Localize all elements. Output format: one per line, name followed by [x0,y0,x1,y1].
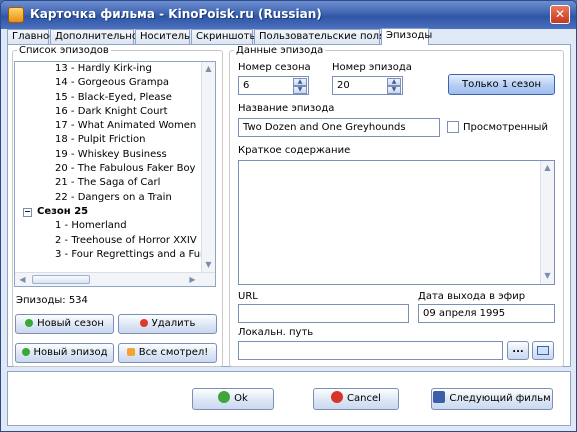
tab-additional[interactable]: Дополнительно [50,29,138,44]
folder-icon [537,346,549,355]
cancel-button[interactable]: Cancel [313,388,399,410]
tree-item-label: 14 - Gorgeous Grampa [55,77,170,89]
tree-item-label: 17 - What Animated Women [55,120,197,132]
tree-item-label: 2 - Treehouse of Horror XXIV [55,234,197,246]
movie-card-window: Карточка фильма - KinoPoisk.ru (Russian)… [0,0,577,432]
cancel-icon [331,391,344,403]
episode-name-input[interactable]: Two Dozen and One Greyhounds [238,118,440,137]
season-number-input[interactable]: 6 ▲ ▼ [238,76,309,95]
window-title: Карточка фильма - KinoPoisk.ru (Russian) [30,7,322,21]
release-date-label: Дата выхода в эфир [418,291,526,302]
film-icon [433,391,446,403]
tree-episode-item[interactable]: 14 - Gorgeous Grampa [15,76,202,90]
tree-episode-item[interactable]: 2 - Treehouse of Horror XXIV [15,234,202,248]
scroll-right-icon[interactable]: ▶ [188,275,197,284]
tree-episode-item[interactable]: 18 - Pulpit Friction [15,133,202,147]
tree-item-label: 21 - The Saga of Carl [55,177,161,189]
tree-episode-item[interactable]: 20 - The Fabulous Faker Boy [15,162,202,176]
new-season-button[interactable]: Новый сезон [15,314,114,334]
summary-textarea[interactable]: ▲ ▼ [238,160,555,285]
local-path-input[interactable] [238,341,503,360]
spin-up-icon[interactable]: ▲ [293,78,307,86]
delete-button[interactable]: Удалить [118,314,217,334]
scroll-thumb[interactable] [32,275,90,284]
watched-checkbox[interactable] [447,121,459,133]
episode-tree-rows: 13 - Hardly Kirk-ing 14 - Gorgeous Grampa… [15,62,202,272]
only-one-season-button[interactable]: Только 1 сезон [448,74,555,95]
add-icon [25,319,34,327]
tree-season-node[interactable]: − Сезон 25 [15,205,202,219]
scroll-left-icon[interactable]: ◀ [18,275,27,284]
close-button[interactable]: ✕ [550,5,570,24]
folder-button[interactable] [532,341,554,360]
tab-custom-fields[interactable]: Пользовательские поля [254,29,385,44]
horizontal-scrollbar[interactable]: ◀ ▶ [15,272,215,286]
summary-scrollbar[interactable]: ▲ ▼ [540,161,554,284]
tree-item-label: 1 - Homerland [55,220,127,232]
tree-episode-item[interactable]: 22 - Dangers on a Train [15,191,202,205]
next-movie-button[interactable]: Следующий фильм [431,388,553,410]
tree-episode-item[interactable]: 15 - Black-Eyed, Please [15,91,202,105]
delete-icon [139,319,148,327]
scroll-down-icon[interactable]: ▼ [204,261,213,269]
tree-item-label: 15 - Black-Eyed, Please [55,91,172,103]
url-label: URL [238,291,258,302]
episode-name-label: Название эпизода [238,103,335,114]
summary-label: Краткое содержание [238,145,351,156]
season-number-label: Номер сезона [238,62,311,73]
all-watched-button[interactable]: Все смотрел! [118,343,217,363]
watched-label: Просмотренный [463,122,548,133]
episode-tree[interactable]: 13 - Hardly Kirk-ing 14 - Gorgeous Grampa… [14,61,216,287]
add-icon [21,348,30,356]
new-episode-button[interactable]: Новый эпизод [15,343,114,363]
url-input[interactable] [238,304,409,323]
tree-episode-item[interactable]: 17 - What Animated Women [15,119,202,133]
local-path-label: Локальн. путь [238,327,314,338]
tree-episode-item[interactable]: 1 - Homerland [15,219,202,233]
tree-item-label: 22 - Dangers on a Train [55,191,172,203]
tree-item-label: 13 - Hardly Kirk-ing [55,63,152,74]
scroll-up-icon[interactable]: ▲ [543,164,552,172]
scroll-down-icon[interactable]: ▼ [543,272,552,280]
app-icon [8,7,24,23]
tab-main[interactable]: Главное [7,29,55,44]
tree-item-label: 18 - Pulpit Friction [55,134,146,146]
spin-up-icon[interactable]: ▲ [387,78,401,86]
episode-number-input[interactable]: 20 ▲ ▼ [332,76,403,95]
tree-episode-item[interactable]: 13 - Hardly Kirk-ing [15,62,202,76]
spin-down-icon[interactable]: ▼ [293,86,307,94]
tree-episode-item[interactable]: 16 - Dark Knight Court [15,105,202,119]
tab-screenshots[interactable]: Скриншоты [191,29,257,44]
collapse-icon[interactable]: − [23,207,32,217]
spin-down-icon[interactable]: ▼ [387,86,401,94]
scroll-up-icon[interactable]: ▲ [204,65,213,73]
episode-list-group-title: Список эпизодов [19,45,109,56]
ok-button[interactable]: Ok [192,388,274,410]
tree-item-label: Сезон 25 [37,205,89,217]
title-bar[interactable]: Карточка фильма - KinoPoisk.ru (Russian)… [1,1,576,29]
tree-episode-item[interactable]: 21 - The Saga of Carl [15,176,202,190]
tree-episode-item[interactable]: 19 - Whiskey Business [15,148,202,162]
eye-icon [126,348,135,356]
tree-episode-item[interactable]: 3 - Four Regrettings and a Funeral [15,248,202,262]
release-date-input[interactable]: 09 апреля 1995 [418,304,555,323]
episode-data-group-title: Данные эпизода [236,45,324,56]
browse-button[interactable]: ... [507,341,529,360]
tree-item-label: 16 - Dark Knight Court [55,105,168,117]
tree-item-label: 19 - Whiskey Business [55,148,167,160]
tab-episodes[interactable]: Эпизоды [381,28,432,45]
tree-item-label: 20 - The Fabulous Faker Boy [55,163,196,175]
check-icon [218,391,231,403]
tree-item-label: 3 - Four Regrettings and a Funeral [55,248,202,260]
vertical-scrollbar[interactable]: ▲ ▼ [201,62,215,272]
tab-media[interactable]: Носитель [135,29,190,44]
episode-count: Эпизоды: 534 [16,295,88,306]
episode-number-label: Номер эпизода [332,62,412,73]
